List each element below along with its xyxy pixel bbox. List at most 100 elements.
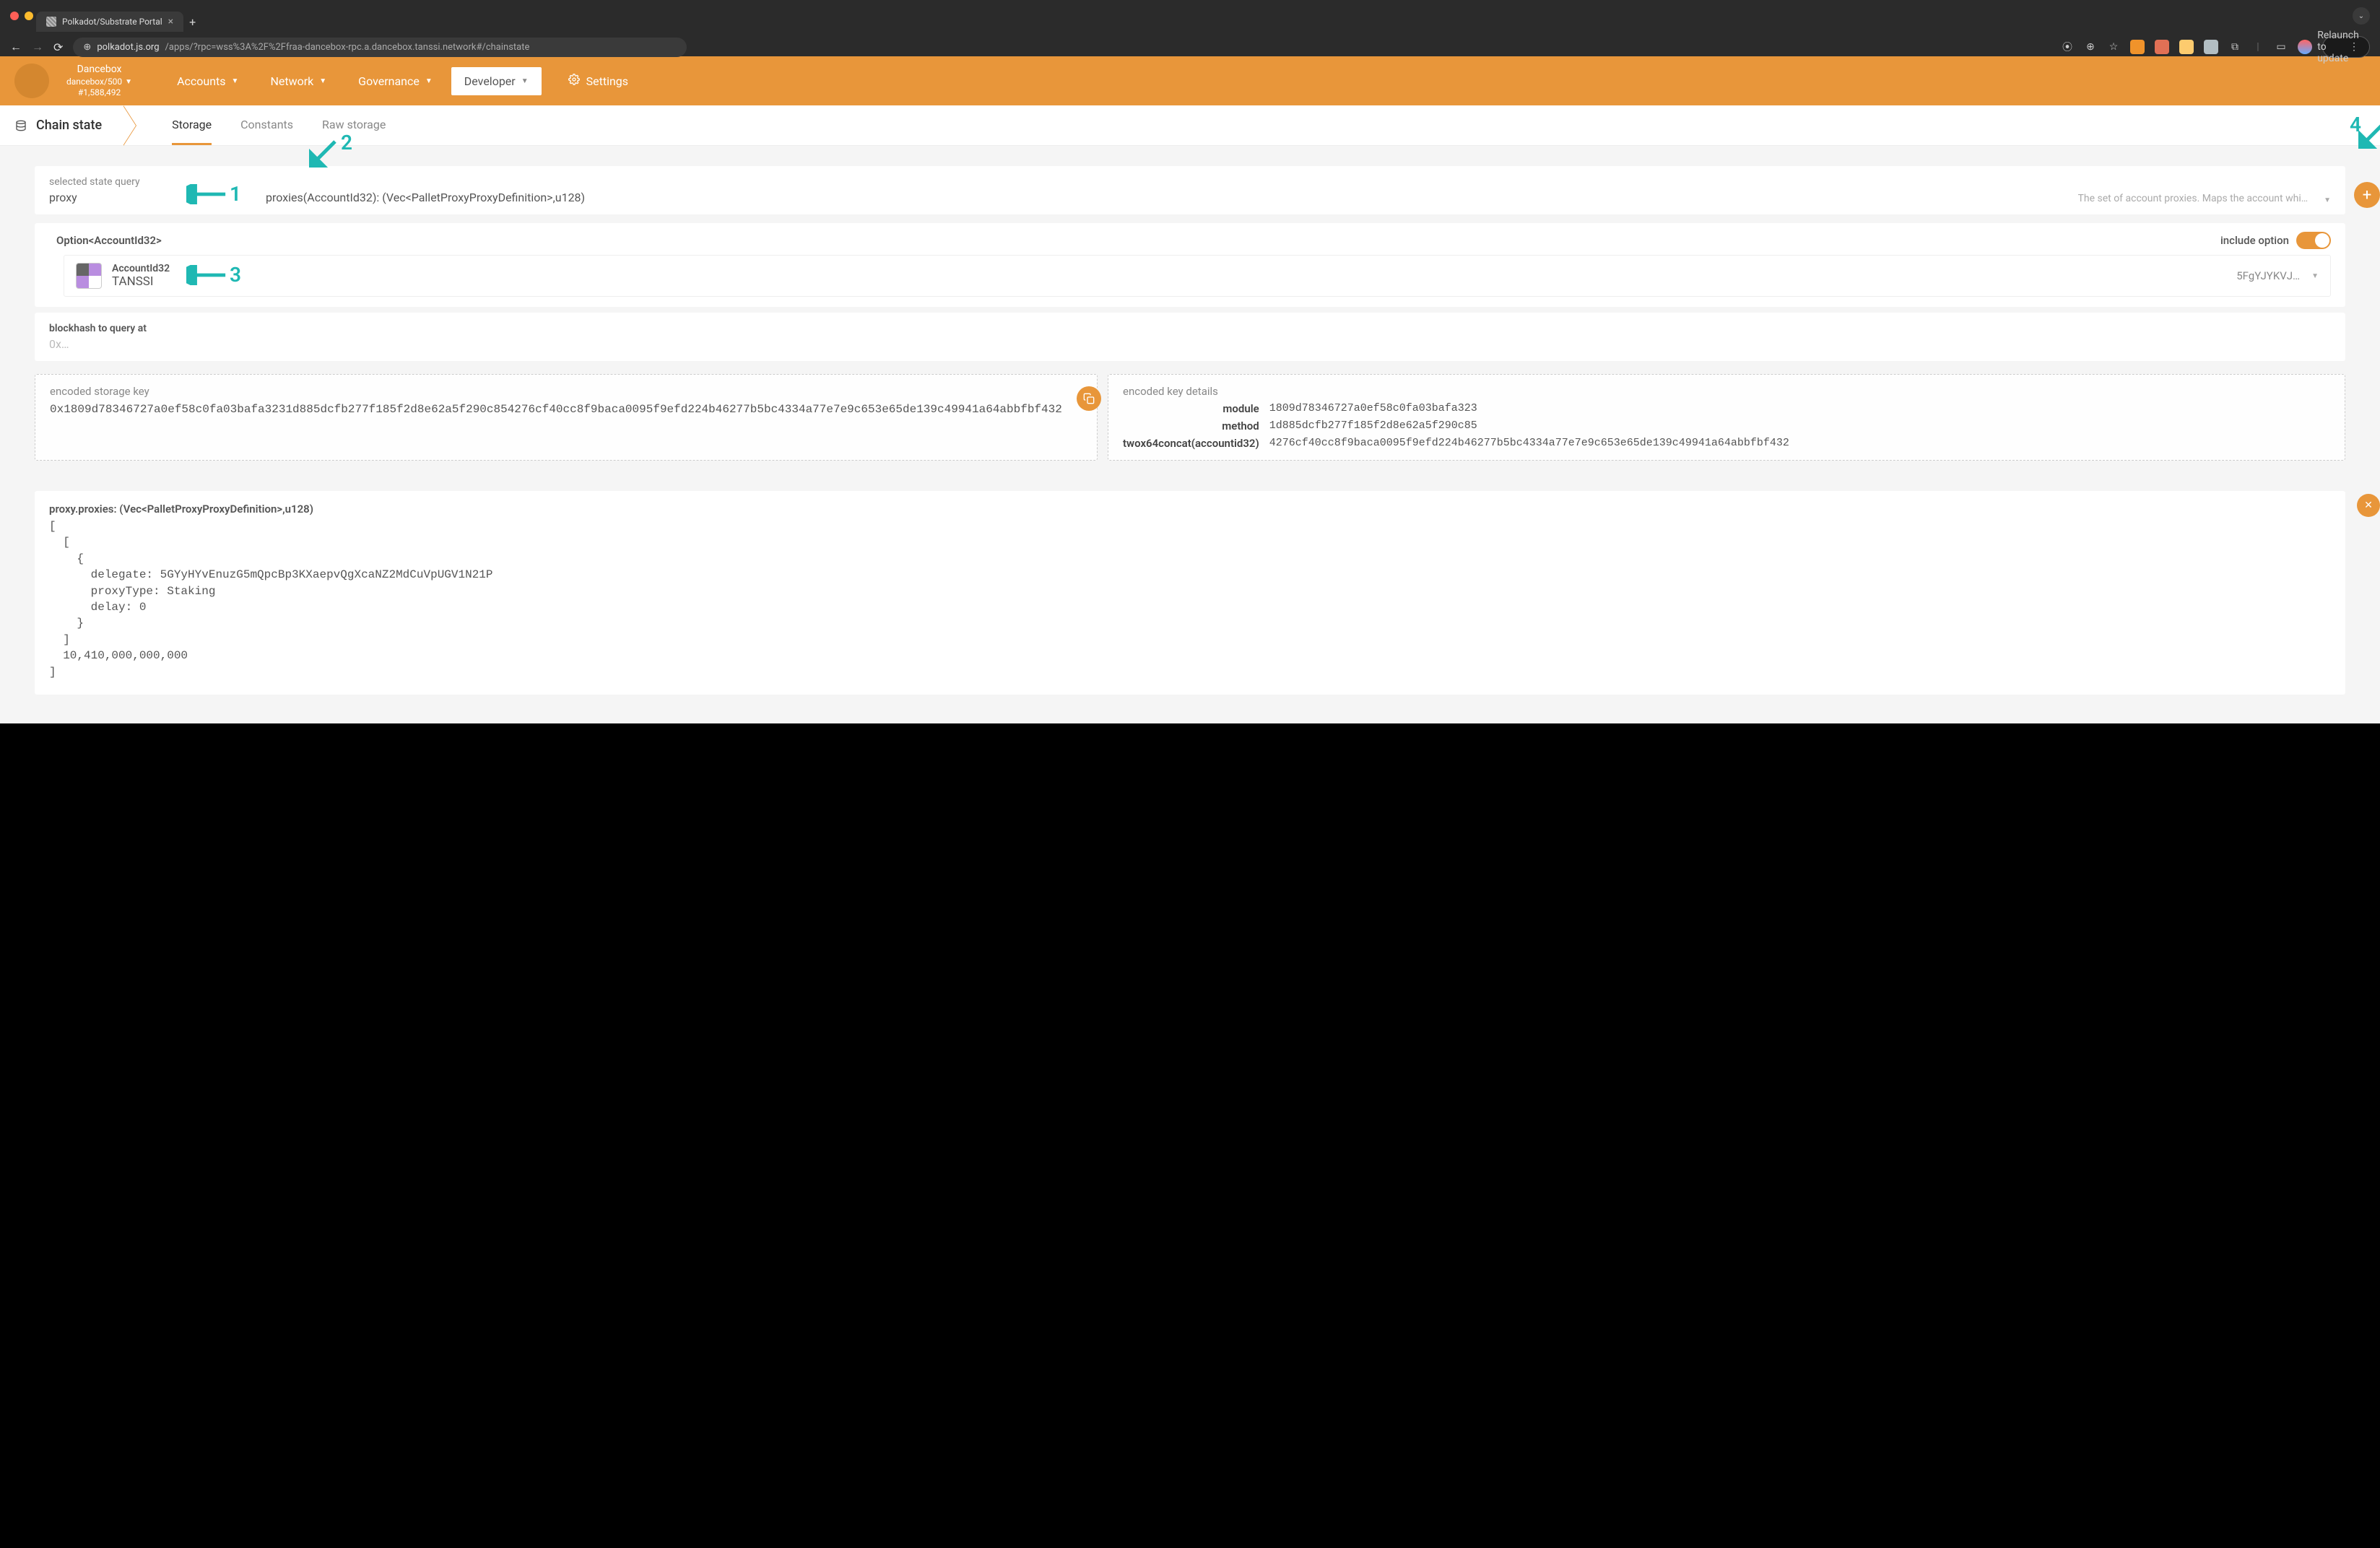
tab-close-icon[interactable]: × (168, 16, 173, 27)
url-host: polkadot.js.org (97, 42, 159, 53)
back-button[interactable]: ← (10, 40, 22, 54)
nav-governance-label: Governance (358, 74, 420, 88)
sub-tabs: Storage Constants Raw storage (172, 106, 386, 145)
key-icon[interactable]: ⦿ (2061, 40, 2074, 53)
browser-right-icons: ⦿ ⊕ ☆ ⧉ | ▭ Relaunch to update ⋮ (2061, 36, 2370, 58)
result-header: proxy.proxies: (Vec<PalletProxyProxyDefi… (49, 503, 2331, 516)
panel-icon[interactable]: ▭ (2275, 40, 2288, 53)
app-top-nav: Dancebox dancebox/500 ▼ #1,588,492 Accou… (0, 56, 2380, 105)
gear-icon (568, 74, 581, 88)
option-type-label: Option<AccountId32> (56, 234, 162, 247)
bookmark-icon[interactable]: ☆ (2107, 40, 2120, 53)
annotation-2-number: 2 (341, 131, 352, 155)
tab-constants[interactable]: Constants (240, 106, 293, 145)
nav-accounts[interactable]: Accounts ▼ (164, 67, 251, 95)
caret-icon: ▼ (521, 77, 529, 85)
account-address-short: 5FgYJYKVJ… (2236, 269, 2300, 282)
extension-4-icon[interactable] (2204, 40, 2218, 54)
breadcrumb-arrow-icon (123, 105, 136, 146)
kebab-icon: ⋮ (2348, 40, 2361, 53)
annotation-1: 1 (186, 182, 241, 206)
nav-settings-label: Settings (586, 74, 628, 88)
site-info-icon[interactable]: ⊕ (83, 42, 91, 53)
tab-bar: Polkadot/Substrate Portal × + (36, 12, 2380, 32)
browser-chrome: ⌄ Polkadot/Substrate Portal × + ← → ⟳ ⊕ … (0, 0, 2380, 56)
include-option-toggle[interactable] (2296, 232, 2331, 249)
chain-name: Dancebox (66, 63, 132, 76)
profile-avatar[interactable] (2298, 40, 2312, 54)
annotation-3-number: 3 (230, 263, 241, 287)
tab-storage[interactable]: Storage (172, 106, 212, 145)
account-type-label: AccountId32 (112, 263, 170, 274)
account-selector[interactable]: AccountId32 TANSSI 5FgYJYKVJ… ▼ (64, 255, 2331, 297)
nav-developer[interactable]: Developer ▼ (451, 67, 542, 95)
identicon-icon (76, 263, 102, 289)
encoded-key-details-card: encoded key details module 1809d78346727… (1108, 374, 2345, 461)
chainstate-heading: Chain state (14, 118, 123, 133)
chevron-down-icon: ▼ (2324, 196, 2331, 204)
url-bar[interactable]: ⊕ polkadot.js.org /apps/?rpc=wss%3A%2F%2… (73, 38, 687, 57)
window-close-dot[interactable] (10, 12, 19, 20)
kd-method-value: 1d885dcfb277f185f2d8e62a5f290c85 (1269, 419, 2330, 432)
browser-tab[interactable]: Polkadot/Substrate Portal × (36, 12, 183, 32)
kd-twox-value: 4276cf40cc8f9baca0095f9efd224b46277b5bc4… (1269, 437, 2330, 450)
window-minimize-dot[interactable] (25, 12, 33, 20)
annotation-3: 3 (186, 263, 241, 287)
query-method-value: proxies(AccountId32): (Vec<PalletProxyPr… (266, 191, 585, 204)
nav-settings[interactable]: Settings (568, 74, 628, 88)
option-accountid-card: Option<AccountId32> include option Accou… (35, 223, 2345, 307)
relaunch-button[interactable]: Relaunch to update ⋮ (2322, 36, 2370, 58)
kd-module-key: module (1123, 402, 1259, 415)
query-method-description: The set of account proxies. Maps the acc… (2078, 193, 2309, 204)
copy-storage-key-button[interactable] (1077, 386, 1101, 411)
chevron-down-icon: ▼ (2311, 272, 2319, 280)
zoom-icon[interactable]: ⊕ (2084, 40, 2097, 53)
chain-caret-icon: ▼ (125, 77, 132, 87)
favicon-icon (46, 17, 56, 27)
result-body: [ [ { delegate: 5GYyHYvEnuzG5mQpcBp3KXae… (49, 518, 2331, 680)
submit-query-button[interactable]: + (2354, 182, 2380, 208)
encoded-storage-key-card: encoded storage key 0x1809d78346727a0ef5… (35, 374, 1098, 461)
blockhash-card: blockhash to query at 0x… (35, 313, 2345, 361)
extension-2-icon[interactable] (2155, 40, 2169, 54)
nav-network[interactable]: Network ▼ (257, 67, 339, 95)
annotation-1-number: 1 (230, 182, 241, 206)
caret-icon: ▼ (425, 77, 433, 85)
chain-info[interactable]: Dancebox dancebox/500 ▼ #1,588,492 (66, 63, 132, 98)
kd-twox-key: twox64concat(accountid32) (1123, 437, 1259, 450)
main-content: 1 2 3 4 selected state query proxy proxi… (0, 146, 2380, 723)
nav-accounts-label: Accounts (177, 74, 225, 88)
encoded-keys-row: encoded storage key 0x1809d78346727a0ef5… (35, 374, 2345, 461)
caret-icon: ▼ (232, 77, 239, 85)
nav-network-label: Network (270, 74, 313, 88)
window-dropdown[interactable]: ⌄ (2353, 7, 2370, 25)
kd-module-value: 1809d78346727a0ef58c0fa03bafa323 (1269, 402, 2330, 415)
nav-items: Accounts ▼ Network ▼ Governance ▼ Develo… (164, 67, 542, 95)
database-icon (14, 120, 27, 131)
blockhash-input[interactable]: 0x… (49, 337, 2331, 351)
annotation-4: 4 (2350, 120, 2380, 149)
extension-1-icon[interactable] (2130, 40, 2145, 54)
sub-nav: Chain state Storage Constants Raw storag… (0, 105, 2380, 146)
nav-developer-label: Developer (464, 74, 516, 88)
annotation-2: 2 (309, 139, 352, 168)
copy-icon (1083, 393, 1095, 404)
storage-key-value: 0x1809d78346727a0ef58c0fa03bafa3231d885d… (50, 402, 1082, 418)
account-name: TANSSI (112, 274, 170, 289)
nav-governance[interactable]: Governance ▼ (345, 67, 446, 95)
extensions-menu-icon[interactable]: ⧉ (2228, 40, 2241, 53)
url-path: /apps/?rpc=wss%3A%2F%2Ffraa-dancebox-rpc… (165, 42, 530, 53)
reload-button[interactable]: ⟳ (53, 40, 63, 54)
forward-button[interactable]: → (32, 40, 43, 54)
include-option-label: include option (2220, 234, 2289, 247)
chain-logo[interactable] (14, 64, 49, 98)
relaunch-label: Relaunch to update (2332, 40, 2345, 53)
method-selector[interactable]: proxies(AccountId32): (Vec<PalletProxyPr… (251, 166, 2345, 214)
chain-block: #1,588,492 (66, 87, 132, 99)
close-result-button[interactable]: ✕ (2357, 494, 2380, 517)
state-query-card: selected state query proxy proxies(Accou… (35, 166, 2345, 214)
key-details-label: encoded key details (1123, 385, 2330, 398)
extension-3-icon[interactable] (2179, 40, 2194, 54)
new-tab-button[interactable]: + (183, 15, 201, 29)
chainstate-title: Chain state (36, 118, 102, 133)
